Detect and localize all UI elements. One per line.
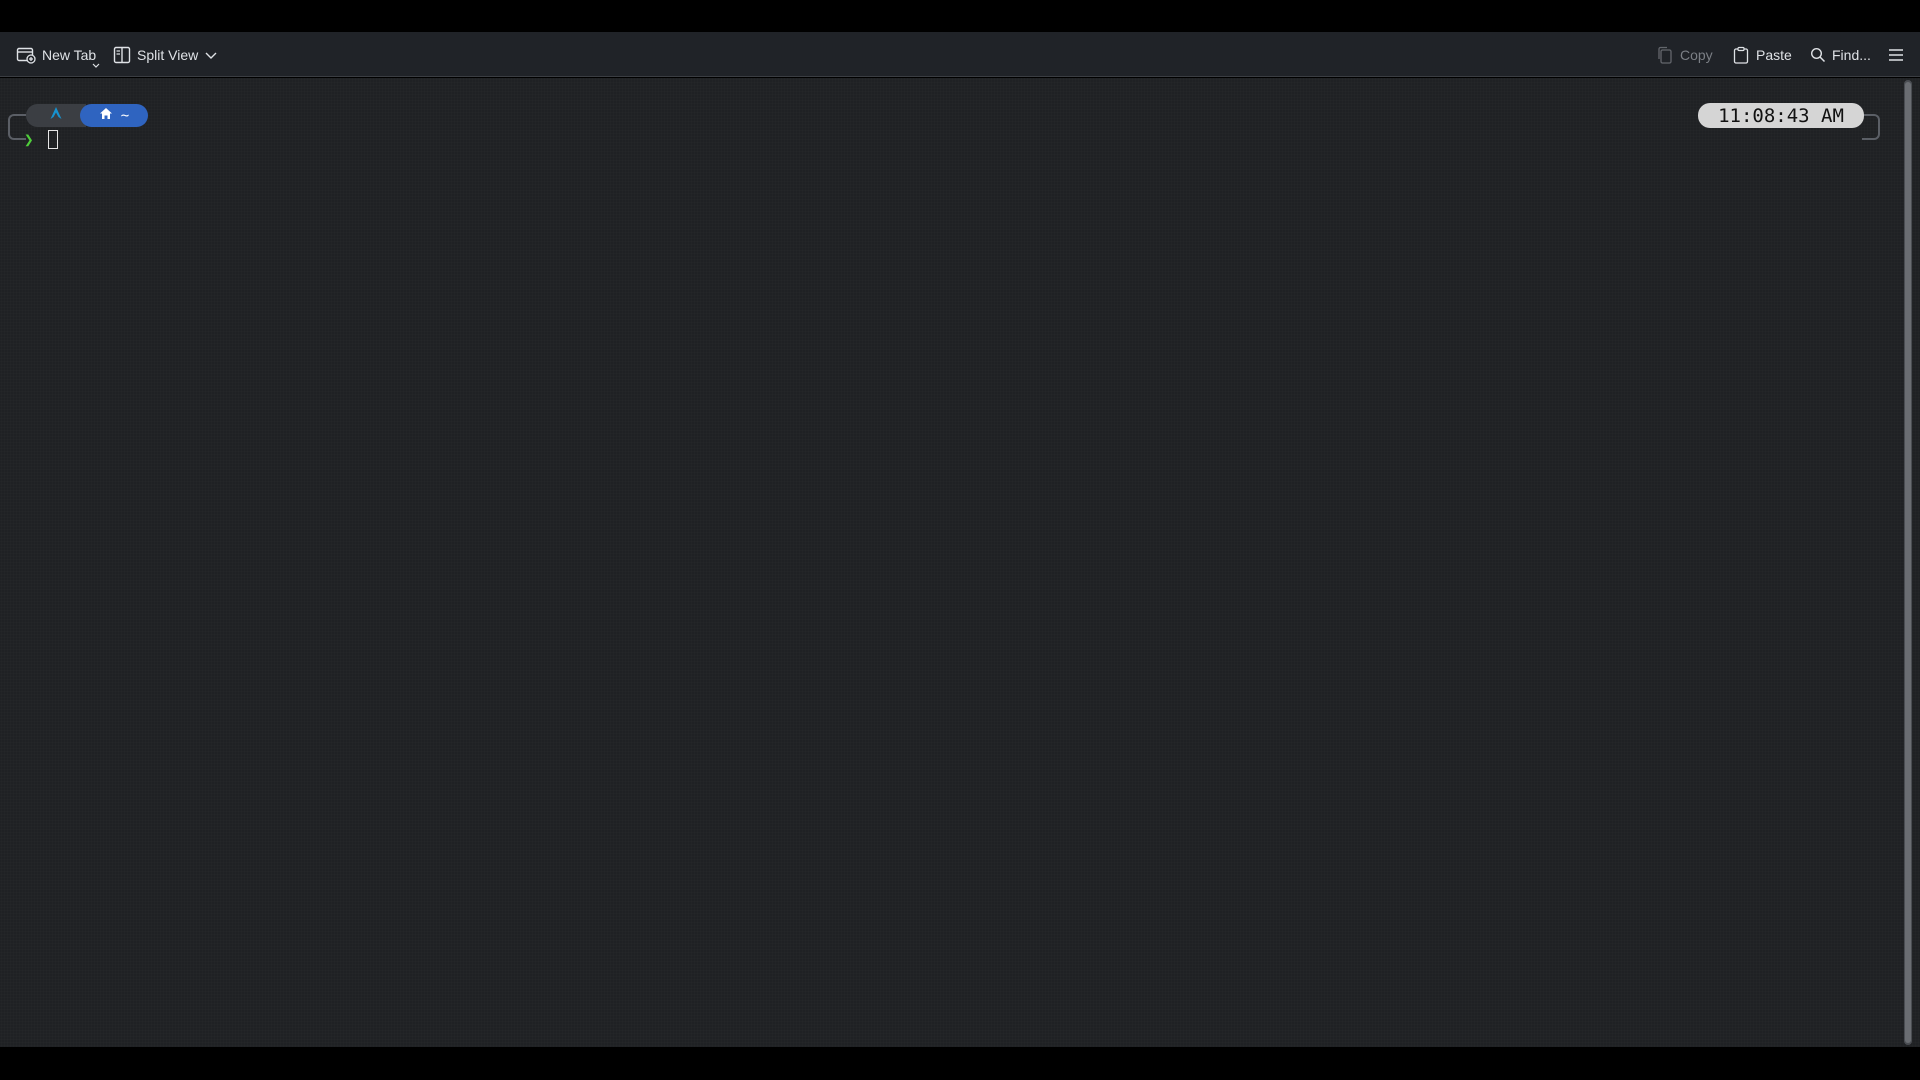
copy-button[interactable]: Copy — [1656, 32, 1713, 77]
new-tab-button[interactable]: New Tab — [16, 32, 100, 77]
prompt-directory-segment: ~ — [80, 104, 148, 127]
new-tab-dropdown-indicator[interactable] — [92, 46, 100, 68]
new-tab-label: New Tab — [42, 46, 97, 63]
terminal-scrollbar[interactable] — [1904, 80, 1912, 1045]
current-directory: ~ — [120, 107, 130, 124]
main-menu-button[interactable] — [1888, 32, 1904, 77]
top-bar-blank — [0, 0, 1920, 32]
find-button[interactable]: Find... — [1810, 32, 1871, 77]
copy-icon — [1656, 46, 1674, 64]
prompt-time-segment: 11:08:43 AM — [1698, 103, 1864, 128]
split-view-label: Split View — [137, 46, 199, 63]
hamburger-menu-icon — [1888, 48, 1904, 62]
paste-label: Paste — [1756, 46, 1792, 63]
terminal-toolbar: New Tab Split View Copy Paste Find... — [0, 32, 1920, 77]
split-view-button[interactable]: Split View — [113, 32, 198, 77]
split-view-dropdown-button[interactable] — [204, 32, 218, 77]
copy-label: Copy — [1680, 46, 1713, 63]
arch-linux-icon — [49, 106, 63, 125]
prompt-frame-right — [1862, 114, 1880, 140]
split-view-icon — [113, 46, 131, 64]
prompt-symbol: ❯ — [24, 130, 34, 149]
search-icon — [1810, 47, 1826, 63]
scrollbar-thumb[interactable] — [1905, 82, 1911, 1043]
new-tab-icon — [16, 46, 36, 64]
chevron-down-icon — [204, 48, 218, 62]
paste-button[interactable]: Paste — [1732, 32, 1792, 77]
terminal-area[interactable] — [0, 78, 1920, 1047]
bottom-bar-blank — [0, 1047, 1920, 1080]
home-icon — [99, 107, 113, 124]
paste-icon — [1732, 46, 1750, 64]
terminal-cursor — [48, 130, 58, 149]
prompt-os-segment — [26, 104, 86, 127]
find-label: Find... — [1832, 46, 1871, 63]
